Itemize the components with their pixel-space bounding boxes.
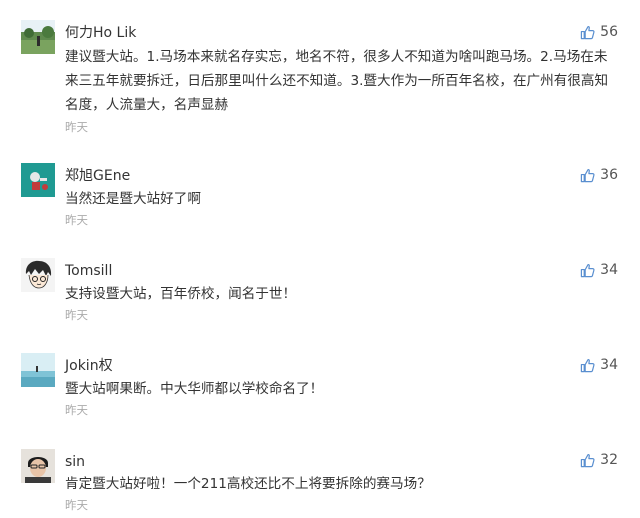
username[interactable]: 何力Ho Lik <box>65 24 136 42</box>
user-avatar[interactable] <box>21 163 55 197</box>
comment-text: 支持设暨大站，百年侨校，闻名于世！ <box>65 286 297 302</box>
thumbs-up-icon <box>580 25 595 40</box>
teal-figure-avatar-icon <box>21 163 55 197</box>
seaside-photo-avatar-icon <box>21 353 55 387</box>
comment-time: 昨天 <box>65 498 88 512</box>
like-button[interactable]: 34 <box>580 356 618 374</box>
like-count: 36 <box>600 167 618 183</box>
comment-text: 暨大站啊果断。中大华师都以学校命名了！ <box>65 381 324 397</box>
thumbs-up-icon <box>580 358 595 373</box>
comment-text: 肯定暨大站好啦！一个211高校还比不上将要拆除的赛马场？ <box>65 476 431 492</box>
comment-time: 昨天 <box>65 308 88 322</box>
like-count: 56 <box>600 24 618 40</box>
like-count: 32 <box>600 452 618 468</box>
comment-time: 昨天 <box>65 213 88 227</box>
like-button[interactable]: 34 <box>580 261 618 279</box>
username[interactable]: Tomsill <box>65 262 112 280</box>
anime-boy-avatar-icon <box>21 258 55 292</box>
comment-list: 何力Ho Lik 建议暨大站。1.马场本来就名存实忘，地名不符，很多人不知道为啥… <box>0 0 640 518</box>
thumbs-up-icon <box>580 263 595 278</box>
thumbs-up-icon <box>580 453 595 468</box>
like-button[interactable]: 32 <box>580 451 618 469</box>
username[interactable]: 郑旭GEne <box>65 167 130 185</box>
comment-text: 建议暨大站。1.马场本来就名存实忘，地名不符，很多人不知道为啥叫跑马场。2.马场… <box>65 49 609 113</box>
user-avatar[interactable] <box>21 353 55 387</box>
username[interactable]: sin <box>65 453 85 471</box>
comment-time: 昨天 <box>65 403 88 417</box>
comment-time: 昨天 <box>65 120 88 134</box>
thumbs-up-icon <box>580 168 595 183</box>
like-count: 34 <box>600 262 618 278</box>
like-button[interactable]: 36 <box>580 166 618 184</box>
username[interactable]: Jokin权 <box>65 357 113 375</box>
user-avatar[interactable] <box>21 258 55 292</box>
user-avatar[interactable] <box>21 20 55 54</box>
user-avatar[interactable] <box>21 449 55 483</box>
portrait-photo-avatar-icon <box>21 449 55 483</box>
like-button[interactable]: 56 <box>580 23 618 41</box>
comment-text: 当然还是暨大站好了啊 <box>65 191 201 207</box>
like-count: 34 <box>600 357 618 373</box>
landscape-photo-avatar-icon <box>21 20 55 54</box>
